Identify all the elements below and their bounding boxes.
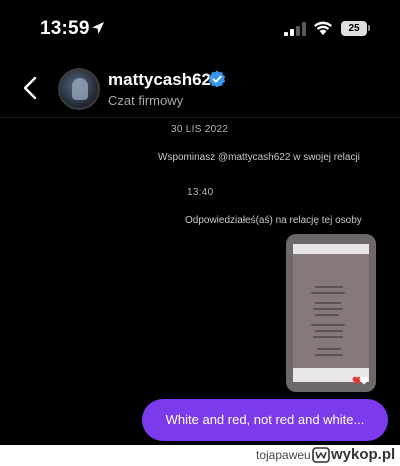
story-text-line xyxy=(313,336,343,338)
story-text-line xyxy=(315,314,339,316)
status-time: 13:59 xyxy=(40,18,90,39)
story-text-line xyxy=(313,308,343,310)
story-text-line xyxy=(315,354,343,356)
verified-icon xyxy=(208,70,226,88)
story-top-bar xyxy=(293,244,369,254)
footer-username: tojapaweu xyxy=(256,448,311,462)
signal-icon xyxy=(284,22,306,36)
chat-header: mattycash622 Czat firmowy xyxy=(0,60,400,118)
location-icon xyxy=(92,22,104,34)
story-text-line xyxy=(315,330,343,332)
avatar[interactable] xyxy=(58,68,100,110)
time-separator: 13:40 xyxy=(187,187,214,198)
story-text-line xyxy=(317,348,341,350)
reaction-icon xyxy=(359,376,369,385)
message-bubble[interactable]: White and red, not red and white... xyxy=(142,399,388,441)
story-text-line xyxy=(315,302,341,304)
battery-nub xyxy=(368,25,370,31)
avatar-figure xyxy=(72,78,88,100)
story-text-line xyxy=(311,292,345,294)
date-separator: 30 LIS 2022 xyxy=(171,124,229,135)
status-bar: 13:59 25 xyxy=(0,0,400,60)
wykop-logo-icon xyxy=(312,447,330,463)
battery-icon: 25 xyxy=(341,21,367,36)
mention-note: Wspominasz @mattycash622 w swojej relacj… xyxy=(158,152,360,163)
contact-name[interactable]: mattycash622 xyxy=(108,70,220,90)
watermark-footer: tojapaweu wykop.pl xyxy=(0,445,400,466)
back-icon[interactable] xyxy=(20,76,42,100)
story-text-line xyxy=(311,324,345,326)
story-preview[interactable] xyxy=(286,234,376,392)
story-text-line xyxy=(315,286,343,288)
wifi-icon xyxy=(314,21,332,35)
story-image xyxy=(293,244,369,382)
footer-brand: wykop.pl xyxy=(331,446,396,463)
reply-note: Odpowiedziałeś(aś) na relację tej osoby xyxy=(185,215,362,226)
contact-subtitle: Czat firmowy xyxy=(108,93,184,108)
